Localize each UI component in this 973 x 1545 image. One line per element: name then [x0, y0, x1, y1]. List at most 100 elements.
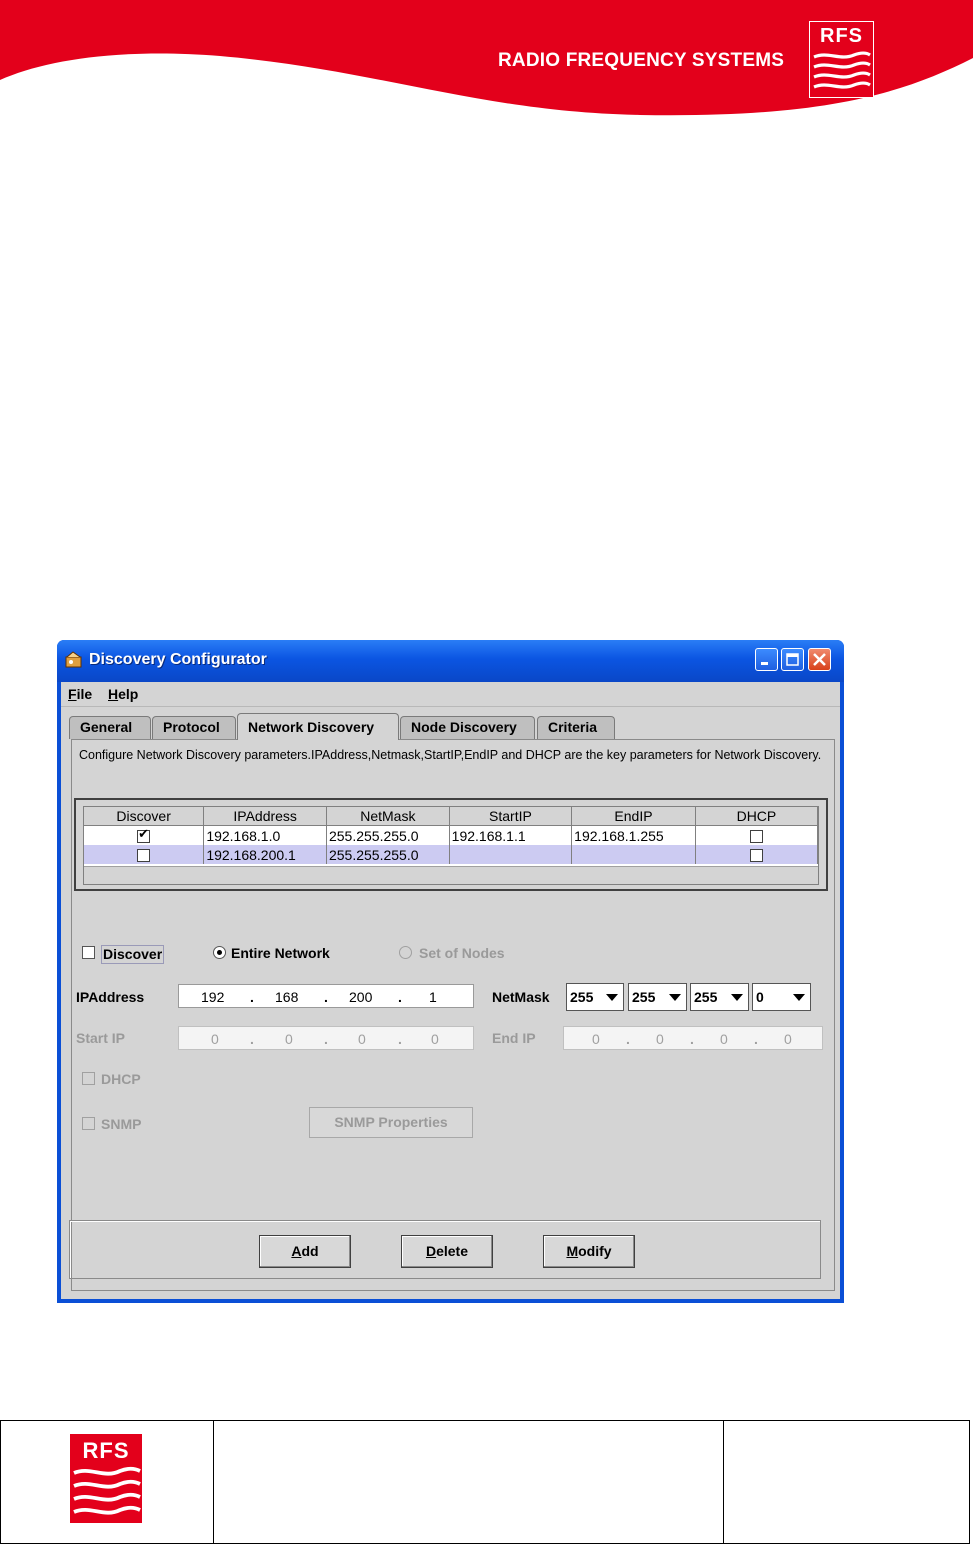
- chevron-down-icon: [793, 994, 805, 1001]
- column-header-ipaddress[interactable]: IPAddress: [203, 807, 327, 826]
- ipaddress-input[interactable]: 192 . 168 . 200 . 1: [178, 984, 474, 1008]
- netmask-octet-1-value: 255: [570, 989, 594, 1005]
- netmask-octet-4-select[interactable]: 0: [752, 983, 811, 1011]
- cell-netmask[interactable]: 255.255.255.0: [326, 845, 450, 864]
- netmask-octet-3-select[interactable]: 255: [690, 983, 749, 1011]
- cell-discover[interactable]: [84, 825, 205, 845]
- tab-criteria[interactable]: Criteria: [537, 716, 615, 739]
- logo-text: RFS: [820, 25, 863, 47]
- discover-label[interactable]: Discover: [101, 945, 165, 964]
- ip-dot: .: [324, 1031, 328, 1047]
- end-ip-octet-3: 0: [720, 1031, 728, 1047]
- dhcp-checkbox[interactable]: [749, 830, 763, 844]
- cell-ipaddress[interactable]: 192.168.1.0: [203, 825, 327, 845]
- logo-waves-icon: [813, 51, 871, 89]
- cell-dhcp[interactable]: [695, 845, 818, 864]
- start-ip-octet-3: 0: [358, 1031, 366, 1047]
- logo-waves-icon: [73, 1466, 141, 1515]
- chevron-down-icon: [669, 994, 681, 1001]
- column-header-discover[interactable]: Discover: [84, 807, 205, 826]
- cell-endip[interactable]: [571, 845, 696, 864]
- menu-help[interactable]: Help: [108, 686, 138, 702]
- delete-label: elete: [436, 1243, 469, 1259]
- discovery-configurator-window: Discovery Configurator File Help General…: [57, 640, 844, 1303]
- ip-octet-3: 200: [349, 989, 373, 1005]
- window-client-area: File Help General Protocol Network Disco…: [61, 682, 840, 1299]
- footer-cell-right: [723, 1421, 969, 1543]
- menu-file[interactable]: File: [68, 686, 92, 702]
- tab-protocol[interactable]: Protocol: [152, 716, 236, 739]
- start-ip-octet-4: 0: [431, 1031, 439, 1047]
- cell-discover[interactable]: [84, 845, 205, 864]
- entire-network-radio[interactable]: [213, 946, 226, 959]
- netmask-octet-1-select[interactable]: 255: [566, 983, 624, 1011]
- set-of-nodes-label[interactable]: Set of Nodes: [419, 945, 505, 961]
- set-of-nodes-radio[interactable]: [399, 946, 412, 959]
- column-header-startip[interactable]: StartIP: [449, 807, 573, 826]
- add-button[interactable]: Add: [259, 1235, 351, 1268]
- dhcp-checkbox[interactable]: [82, 1072, 95, 1085]
- end-ip-octet-4: 0: [784, 1031, 792, 1047]
- modify-button[interactable]: Modify: [543, 1235, 635, 1268]
- menu-help-label: elp: [118, 686, 139, 702]
- ip-octet-1: 192: [201, 989, 225, 1005]
- discover-checkbox[interactable]: [137, 849, 151, 863]
- start-ip-octet-1: 0: [211, 1031, 219, 1047]
- end-ip-label: End IP: [492, 1030, 536, 1046]
- ip-dot: .: [398, 1031, 402, 1047]
- cell-netmask[interactable]: 255.255.255.0: [326, 825, 450, 845]
- cell-startip[interactable]: 192.168.1.1: [449, 825, 573, 845]
- menu-help-mnemonic: H: [108, 686, 119, 702]
- cell-dhcp[interactable]: [695, 825, 818, 845]
- dhcp-checkbox[interactable]: [749, 849, 763, 863]
- dhcp-label[interactable]: DHCP: [101, 1071, 141, 1087]
- start-ip-label: Start IP: [76, 1030, 126, 1046]
- snmp-label[interactable]: SNMP: [101, 1116, 141, 1132]
- menu-file-label: ile: [76, 686, 93, 702]
- delete-mnemonic: D: [425, 1243, 437, 1259]
- column-header-dhcp[interactable]: DHCP: [695, 807, 818, 826]
- end-ip-input[interactable]: 0 . 0 . 0 . 0: [563, 1026, 823, 1050]
- start-ip-input[interactable]: 0 . 0 . 0 . 0: [178, 1026, 474, 1050]
- snmp-checkbox[interactable]: [82, 1117, 95, 1130]
- tab-node-discovery[interactable]: Node Discovery: [400, 716, 535, 739]
- snmp-properties-button[interactable]: SNMP Properties: [309, 1107, 473, 1138]
- discovery-table-frame: Discover IPAddress NetMask StartIP EndIP…: [74, 798, 828, 891]
- maximize-button[interactable]: [781, 648, 804, 671]
- table-row[interactable]: 192.168.1.0 255.255.255.0 192.168.1.1 19…: [84, 825, 818, 845]
- footer-cell-middle: [213, 1421, 724, 1543]
- netmask-octet-2-value: 255: [632, 989, 656, 1005]
- minimize-icon: [761, 662, 768, 665]
- column-header-netmask[interactable]: NetMask: [326, 807, 450, 826]
- tab-network-discovery[interactable]: Network Discovery: [237, 713, 399, 740]
- add-mnemonic: A: [291, 1243, 302, 1259]
- discover-checkbox[interactable]: [82, 946, 95, 959]
- ip-dot: .: [250, 989, 254, 1005]
- ipaddress-label: IPAddress: [76, 989, 145, 1005]
- rfs-logo-footer: RFS: [70, 1434, 142, 1523]
- cell-ipaddress[interactable]: 192.168.200.1: [203, 845, 327, 864]
- column-header-endip[interactable]: EndIP: [571, 807, 696, 826]
- minimize-button[interactable]: [755, 648, 778, 671]
- menu-bar: File Help: [61, 682, 840, 707]
- ip-dot: .: [754, 1031, 758, 1047]
- end-ip-octet-2: 0: [656, 1031, 664, 1047]
- end-ip-octet-1: 0: [592, 1031, 600, 1047]
- chevron-down-icon: [731, 994, 743, 1001]
- ip-dot: .: [626, 1031, 630, 1047]
- window-titlebar[interactable]: Discovery Configurator: [57, 640, 844, 682]
- discover-checkbox-checked[interactable]: [137, 826, 151, 844]
- table-header-row: Discover IPAddress NetMask StartIP EndIP…: [84, 807, 818, 826]
- netmask-octet-2-select[interactable]: 255: [628, 983, 687, 1011]
- cell-startip[interactable]: [449, 845, 573, 864]
- close-icon: [813, 653, 826, 666]
- discovery-table: Discover IPAddress NetMask StartIP EndIP…: [83, 806, 819, 885]
- table-row[interactable]: 192.168.200.1 255.255.255.0: [84, 845, 818, 864]
- close-button[interactable]: [808, 648, 831, 671]
- action-buttons-panel: Add Delete Modify: [69, 1220, 821, 1279]
- cell-endip[interactable]: 192.168.1.255: [571, 825, 696, 845]
- table-empty-area: [84, 866, 818, 884]
- entire-network-label[interactable]: Entire Network: [231, 945, 330, 961]
- tab-general[interactable]: General: [69, 716, 151, 739]
- delete-button[interactable]: Delete: [401, 1235, 493, 1268]
